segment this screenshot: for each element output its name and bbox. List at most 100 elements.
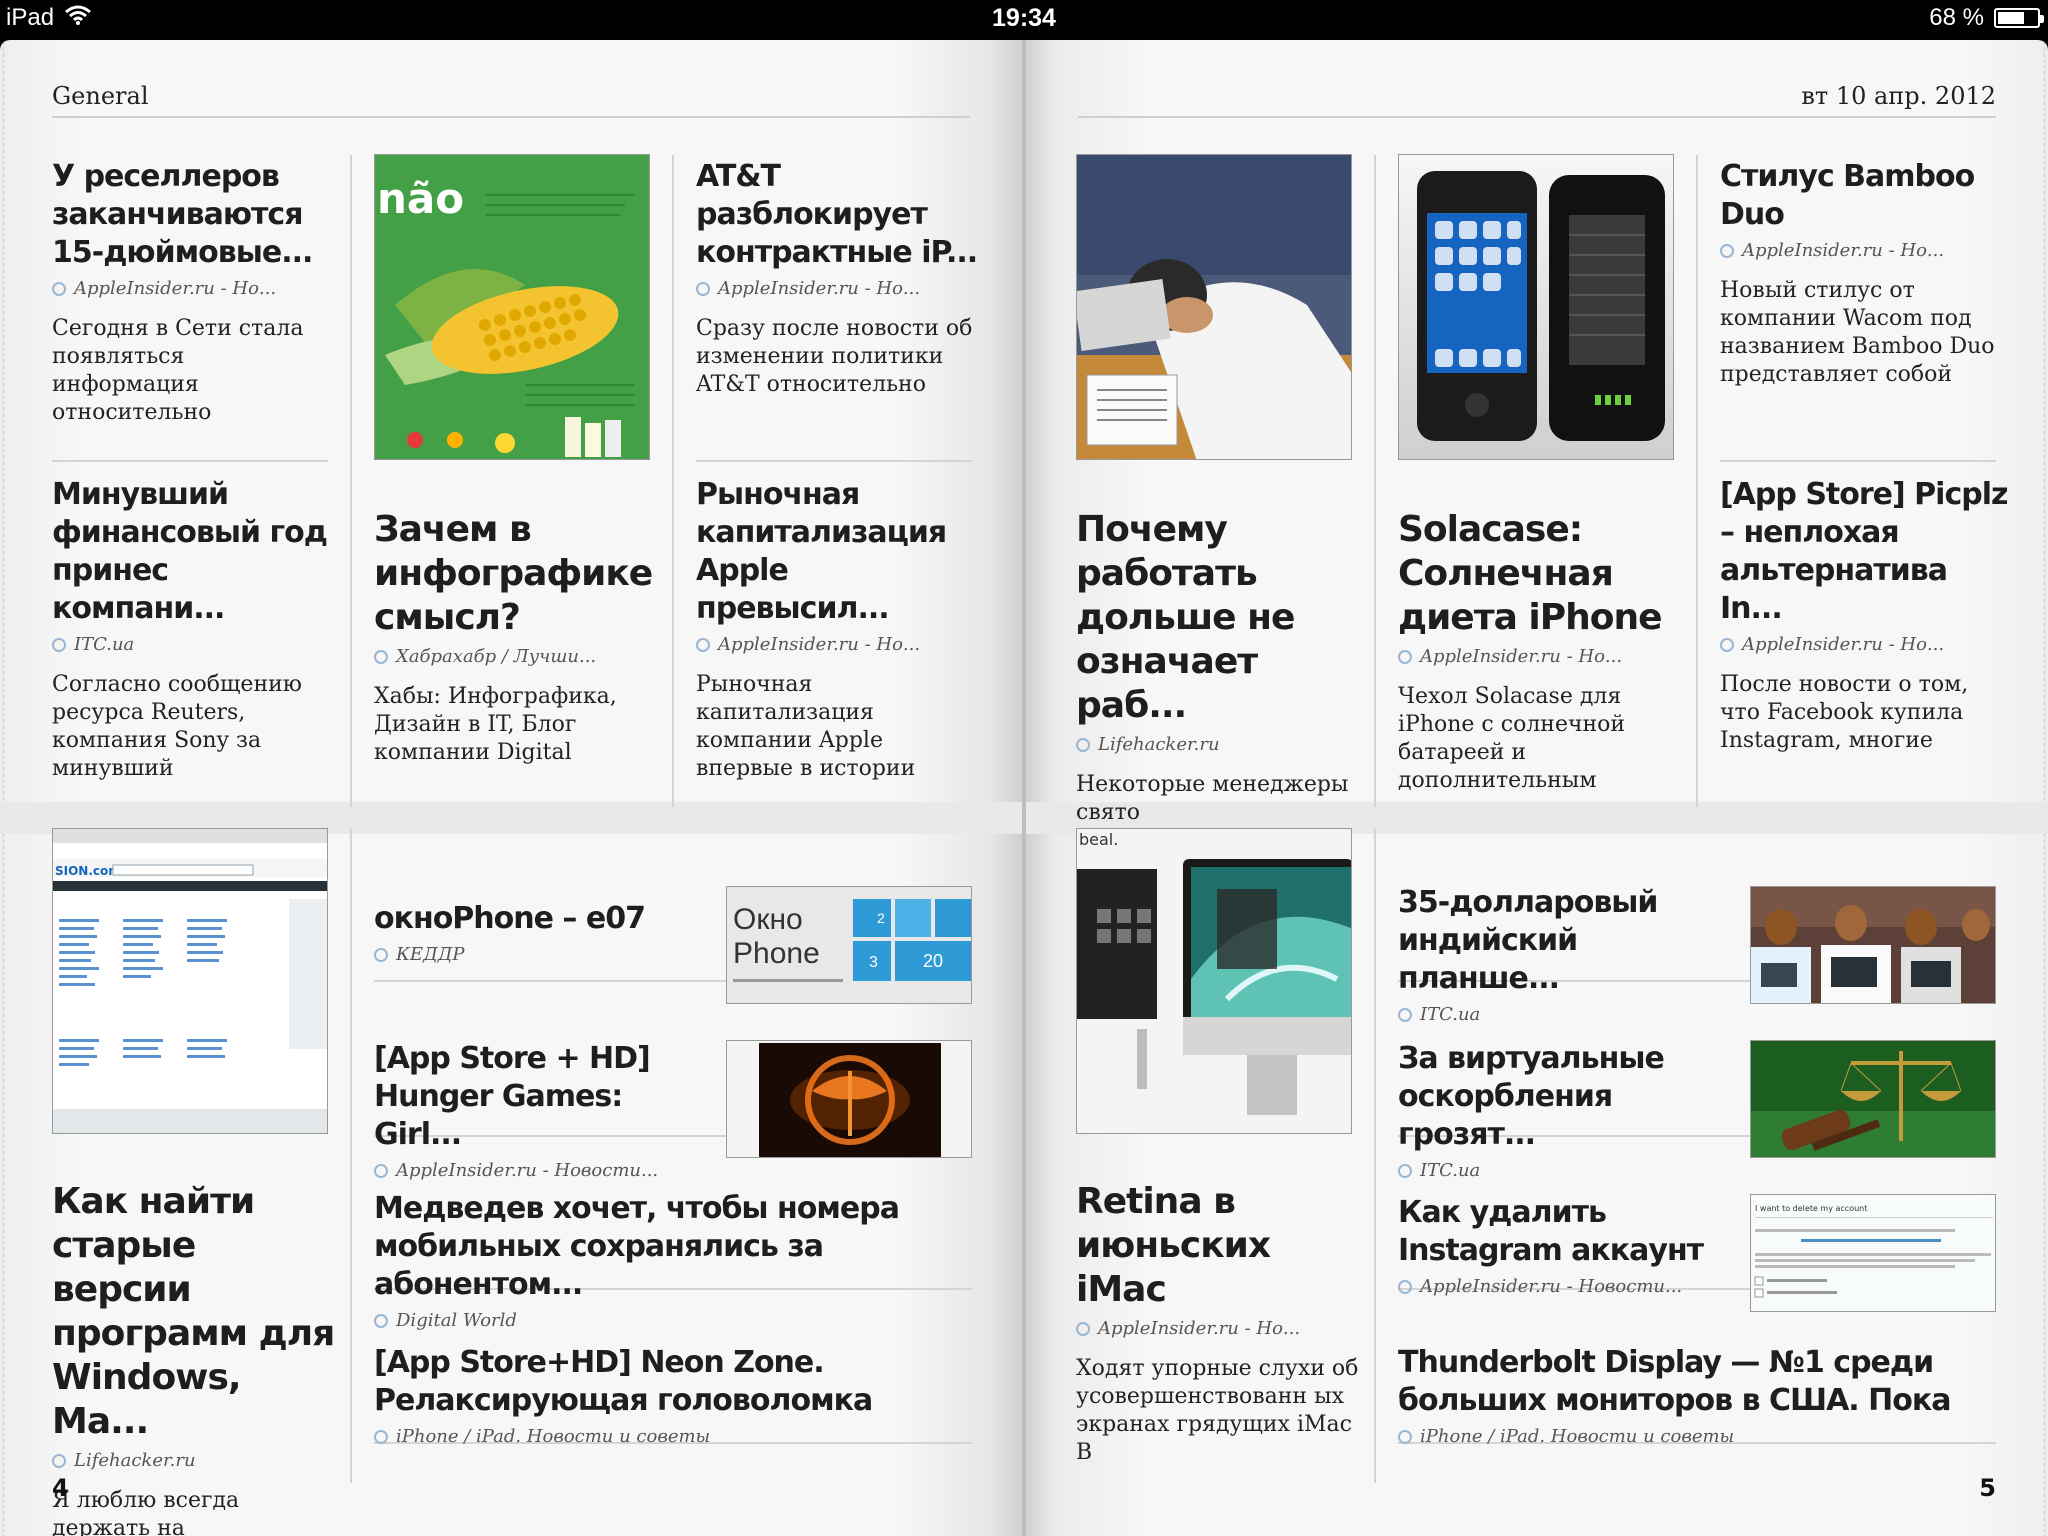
article-card[interactable]: Как найти старые версии программ для Win… bbox=[52, 1180, 342, 1536]
article-title: Зачем в инфографике смысл? bbox=[374, 509, 653, 638]
article-title: [App Store] Picplz – неплохая альтернати… bbox=[1720, 477, 2008, 626]
article-card[interactable]: Рыночная капитализация Apple превысил...… bbox=[696, 476, 982, 783]
svg-text:2: 2 bbox=[877, 910, 885, 926]
article-card[interactable]: Retina в июньских iMac AppleInsider.ru -… bbox=[1076, 1180, 1366, 1467]
article-snippet: После новости о том, что Facebook купила… bbox=[1720, 672, 1969, 753]
article-source: Хабрахабр / Лучши... bbox=[374, 646, 660, 667]
source-dot-icon bbox=[374, 1313, 388, 1328]
article-card[interactable]: Thunderbolt Display — №1 среди больших м… bbox=[1398, 1344, 1998, 1447]
article-card[interactable]: [App Store] Picplz – неплохая альтернати… bbox=[1720, 476, 2010, 755]
article-card[interactable]: Почему работать дольше не означает раб..… bbox=[1076, 508, 1366, 827]
tired-worker-photo[interactable] bbox=[1076, 154, 1352, 460]
article-snippet: Некоторые менеджеры свято bbox=[1076, 772, 1349, 825]
source-dot-icon bbox=[1398, 1279, 1412, 1294]
svg-text:3: 3 bbox=[869, 954, 878, 971]
source-dot-icon bbox=[696, 281, 710, 296]
article-card[interactable]: Минувший финансовый год принес компани..… bbox=[52, 476, 338, 783]
article-source: AppleInsider.ru - Но... bbox=[696, 278, 982, 299]
article-source: AppleInsider.ru - Но... bbox=[696, 634, 982, 655]
svg-text:I want to delete my account: I want to delete my account bbox=[1755, 1204, 1867, 1213]
source-dot-icon bbox=[1398, 1007, 1412, 1022]
article-card[interactable]: У реселлеров заканчиваются 15-дюймовые..… bbox=[52, 158, 332, 427]
article-card[interactable]: [App Store + HD] Hunger Games: Girl... A… bbox=[374, 1040, 704, 1181]
article-card[interactable]: За виртуальные оскорбления грозят... ITC… bbox=[1398, 1040, 1728, 1181]
article-snippet: Новый стилус от компании Wacom под назва… bbox=[1720, 278, 1995, 387]
article-source: Lifehacker.ru bbox=[52, 1450, 342, 1471]
imac-photo[interactable]: beal. bbox=[1076, 828, 1352, 1134]
article-title: Медведев хочет, чтобы номера мобильных с… bbox=[374, 1191, 900, 1302]
page-number: 4 bbox=[52, 1474, 69, 1502]
source-dot-icon bbox=[696, 637, 710, 652]
article-card[interactable]: Solacase: Солнечная диета iPhone AppleIn… bbox=[1398, 508, 1688, 795]
article-title: Как найти старые версии программ для Win… bbox=[52, 1181, 335, 1442]
article-title: Стилус Bamboo Duo bbox=[1720, 159, 1975, 232]
article-source: ITC.ua bbox=[1398, 1004, 1728, 1025]
article-title: Solacase: Солнечная диета iPhone bbox=[1398, 509, 1663, 638]
issue-date: вт 10 апр. 2012 bbox=[1801, 82, 1996, 110]
article-card[interactable]: AT&T разблокирует контрактные iP... Appl… bbox=[696, 158, 982, 399]
status-bar: iPad 19:34 68 % bbox=[0, 0, 2048, 40]
article-source: Lifehacker.ru bbox=[1076, 734, 1366, 755]
browser-screenshot-thumbnail[interactable]: SION.com bbox=[52, 828, 328, 1134]
instagram-delete-screenshot[interactable]: I want to delete my account bbox=[1750, 1194, 1996, 1312]
source-dot-icon bbox=[1076, 1321, 1090, 1336]
article-source: AppleInsider.ru - Но... bbox=[1720, 634, 2010, 655]
article-source: КЕДДР bbox=[374, 944, 704, 965]
page-number: 5 bbox=[1979, 1474, 1996, 1502]
article-card[interactable]: 35-долларовый индийский планше... ITC.ua bbox=[1398, 884, 1728, 1025]
article-title: 35-долларовый индийский планше... bbox=[1398, 885, 1658, 996]
source-dot-icon bbox=[374, 649, 388, 664]
article-card[interactable]: Зачем в инфографике смысл? Хабрахабр / Л… bbox=[374, 508, 660, 767]
source-dot-icon bbox=[1720, 637, 1734, 652]
article-card[interactable]: [App Store+HD] Neon Zone. Релаксирующая … bbox=[374, 1344, 974, 1447]
article-source: ITC.ua bbox=[1398, 1160, 1728, 1181]
article-snippet: Я люблю всегда держать на bbox=[52, 1488, 240, 1536]
article-snippet: Хабы: Инфографика, Дизайн в IT, Блог ком… bbox=[374, 684, 617, 765]
article-title: окноPhone – e07 bbox=[374, 901, 646, 936]
solacase-photo[interactable] bbox=[1398, 154, 1674, 460]
article-snippet: Чехол Solacase для iPhone с солнечной ба… bbox=[1398, 684, 1626, 793]
oknophone-thumbnail[interactable]: Окно Phone 2 3 20 bbox=[726, 886, 972, 1004]
source-dot-icon bbox=[52, 1453, 66, 1468]
article-card[interactable]: Стилус Bamboo Duo AppleInsider.ru - Но..… bbox=[1720, 158, 2010, 389]
article-snippet: Сразу после новости об изменении политик… bbox=[696, 316, 973, 397]
article-title: Retina в июньских iMac bbox=[1076, 1181, 1271, 1310]
article-title: У реселлеров заканчиваются 15-дюймовые..… bbox=[52, 159, 313, 270]
article-source: AppleInsider.ru - Но... bbox=[1076, 1318, 1366, 1339]
article-title: Как удалить Instagram аккаунт bbox=[1398, 1195, 1704, 1268]
article-source: AppleInsider.ru - Новости... bbox=[1398, 1276, 1728, 1297]
right-page: вт 10 апр. 2012 Почему работать дольше н… bbox=[1026, 40, 2048, 1536]
article-source: ITC.ua bbox=[52, 634, 338, 655]
tablet-students-photo[interactable] bbox=[1750, 886, 1996, 1004]
source-dot-icon bbox=[52, 281, 66, 296]
article-source: iPhone / iPad. Новости и советы bbox=[374, 1426, 974, 1447]
article-title: Thunderbolt Display — №1 среди больших м… bbox=[1398, 1345, 1951, 1418]
article-title: [App Store+HD] Neon Zone. Релаксирующая … bbox=[374, 1345, 873, 1418]
source-dot-icon bbox=[374, 1429, 388, 1444]
page-header: General bbox=[52, 82, 970, 118]
article-source: AppleInsider.ru - Новости... bbox=[374, 1160, 704, 1181]
article-card[interactable]: Медведев хочет, чтобы номера мобильных с… bbox=[374, 1190, 974, 1331]
infographic-thumbnail[interactable]: não bbox=[374, 154, 650, 460]
article-snippet: Сегодня в Сети стала появляться информац… bbox=[52, 316, 304, 425]
svg-text:Окно: Окно bbox=[733, 903, 803, 936]
svg-text:beal.: beal. bbox=[1079, 830, 1118, 849]
article-title: За виртуальные оскорбления грозят... bbox=[1398, 1041, 1665, 1152]
article-source: AppleInsider.ru - Но... bbox=[1720, 240, 2010, 261]
article-title: Рыночная капитализация Apple превысил... bbox=[696, 477, 947, 626]
scales-gavel-photo[interactable] bbox=[1750, 1040, 1996, 1158]
article-snippet: Рыночная капитализация компании Apple вп… bbox=[696, 672, 916, 781]
source-dot-icon bbox=[1398, 1163, 1412, 1178]
hunger-games-thumbnail[interactable] bbox=[726, 1040, 972, 1158]
battery-icon bbox=[1994, 8, 2044, 28]
article-card[interactable]: Как удалить Instagram аккаунт AppleInsid… bbox=[1398, 1194, 1728, 1297]
source-dot-icon bbox=[374, 947, 388, 962]
article-card[interactable]: окноPhone – e07 КЕДДР bbox=[374, 900, 704, 965]
svg-text:Phone: Phone bbox=[733, 937, 820, 970]
article-source: AppleInsider.ru - Но... bbox=[52, 278, 332, 299]
source-dot-icon bbox=[1720, 243, 1734, 258]
svg-text:não: não bbox=[377, 174, 464, 223]
article-snippet: Согласно сообщению ресурса Reuters, комп… bbox=[52, 672, 302, 781]
source-dot-icon bbox=[1398, 649, 1412, 664]
article-title: AT&T разблокирует контрактные iP... bbox=[696, 159, 978, 270]
